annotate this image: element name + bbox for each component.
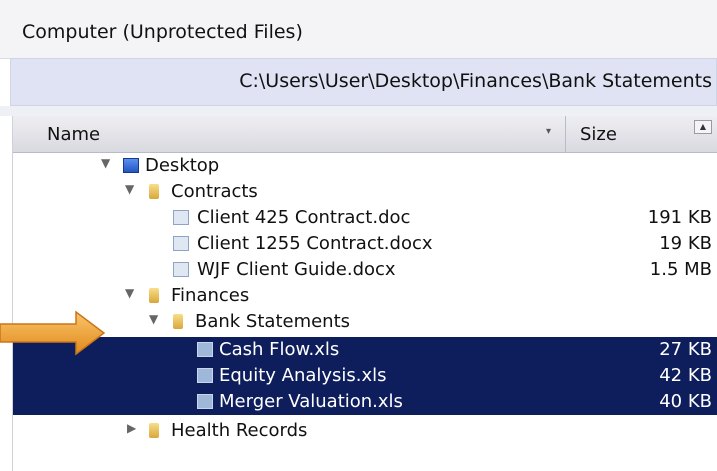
row-name: Merger Valuation.xls	[219, 391, 403, 412]
row-name: Desktop	[145, 155, 220, 176]
address-bar[interactable]: C:\Users\User\Desktop\Finances\Bank Stat…	[10, 58, 717, 106]
tree-row-file[interactable]: WJF Client Guide.docx 1.5 MB	[13, 257, 717, 283]
row-name: Equity Analysis.xls	[219, 365, 387, 386]
row-name: Client 1255 Contract.docx	[197, 233, 433, 254]
row-size: 40 KB	[659, 391, 712, 412]
expanded-triangle-icon[interactable]: ▼	[125, 182, 134, 196]
desktop-icon	[123, 158, 139, 173]
panel-title: Computer (Unprotected Files)	[22, 21, 303, 43]
row-size: 27 KB	[659, 339, 712, 360]
folder-icon	[149, 184, 159, 199]
tree-row-desktop[interactable]: ▼ Desktop	[13, 153, 717, 179]
tree-row-file-selected[interactable]: Merger Valuation.xls 40 KB	[13, 389, 717, 415]
name-column-label: Name	[47, 124, 101, 145]
row-name: Bank Statements	[195, 311, 351, 332]
document-icon	[173, 210, 189, 225]
spreadsheet-icon	[197, 394, 213, 409]
sort-indicator-icon: ▾	[546, 126, 552, 137]
collapsed-triangle-icon[interactable]: ▶	[127, 421, 136, 435]
tree-row-file[interactable]: Client 425 Contract.doc 191 KB	[13, 205, 717, 231]
expanded-triangle-icon[interactable]: ▼	[125, 286, 134, 300]
spacer	[0, 106, 717, 116]
size-column-label: Size	[580, 124, 617, 145]
row-size: 191 KB	[647, 207, 712, 228]
row-name: Contracts	[171, 181, 258, 202]
row-name: WJF Client Guide.docx	[197, 259, 396, 280]
row-size: 42 KB	[659, 365, 712, 386]
row-size: 19 KB	[659, 233, 712, 254]
expanded-triangle-icon[interactable]: ▼	[101, 156, 110, 170]
tree-row-bank-statements[interactable]: ▼ Bank Statements	[13, 309, 717, 335]
tree-row-finances[interactable]: ▼ Finances	[13, 283, 717, 309]
tree-row-health-records[interactable]: ▶ Health Records	[13, 418, 717, 444]
tree-row-file-selected[interactable]: Equity Analysis.xls 42 KB	[13, 363, 717, 389]
panel-title-bar: Computer (Unprotected Files)	[0, 0, 717, 59]
row-size: 1.5 MB	[649, 259, 712, 280]
size-column-header[interactable]: Size	[566, 116, 686, 152]
spreadsheet-icon	[197, 342, 213, 357]
tree-row-file[interactable]: Client 1255 Contract.docx 19 KB	[13, 231, 717, 257]
row-name: Cash Flow.xls	[219, 339, 340, 360]
file-tree-list[interactable]: Name ▾ Size ▲ ▼ Desktop ▼ Contracts Clie…	[12, 116, 717, 471]
address-path: C:\Users\User\Desktop\Finances\Bank Stat…	[239, 70, 712, 92]
column-header: Name ▾ Size ▲	[13, 116, 717, 153]
name-column-header[interactable]: Name ▾	[13, 116, 566, 152]
document-icon	[173, 236, 189, 251]
document-icon	[173, 262, 189, 277]
row-name: Client 425 Contract.doc	[197, 207, 411, 228]
tree-row-contracts[interactable]: ▼ Contracts	[13, 179, 717, 205]
row-name: Health Records	[171, 420, 308, 441]
spreadsheet-icon	[197, 368, 213, 383]
pointer-arrow-icon	[0, 310, 106, 356]
folder-icon	[149, 423, 159, 438]
scroll-up-button[interactable]: ▲	[694, 120, 712, 134]
folder-icon	[149, 288, 159, 303]
row-name: Finances	[171, 285, 250, 306]
tree-row-file-selected[interactable]: Cash Flow.xls 27 KB	[13, 337, 717, 363]
folder-icon	[173, 314, 183, 329]
expanded-triangle-icon[interactable]: ▼	[149, 312, 158, 326]
